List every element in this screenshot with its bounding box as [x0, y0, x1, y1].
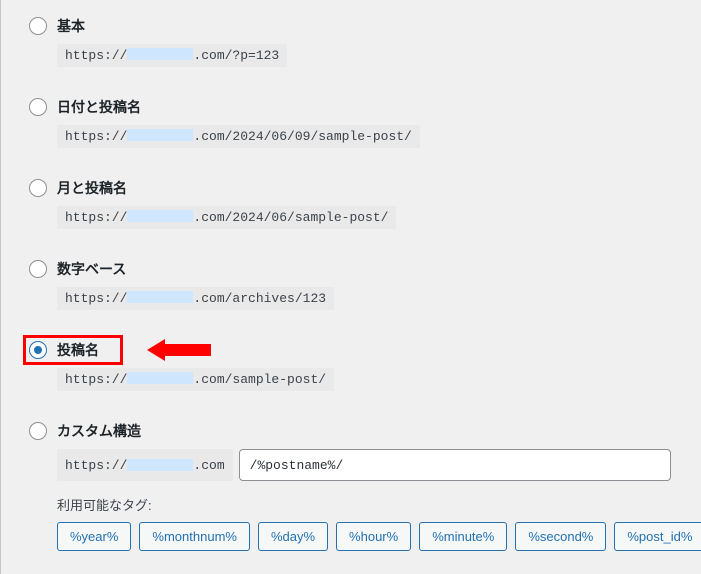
- label-numeric[interactable]: 数字ベース: [57, 259, 126, 279]
- available-tags-row: %year% %monthnum% %day% %hour% %minute% …: [57, 522, 701, 551]
- url-suffix: .com/archives/123: [193, 291, 326, 306]
- radio-month-name[interactable]: [29, 179, 47, 197]
- url-suffix: .com/2024/06/sample-post/: [193, 210, 388, 225]
- label-plain[interactable]: 基本: [57, 16, 85, 36]
- url-preview-day-name: https:// .com/2024/06/09/sample-post/: [57, 125, 420, 148]
- url-prefix: https://: [65, 291, 127, 306]
- permalink-option-day-name: 日付と投稿名 https:// .com/2024/06/09/sample-po…: [1, 93, 701, 174]
- domain-mask: [127, 291, 193, 303]
- permalink-option-plain: 基本 https:// .com/?p=123: [1, 12, 701, 93]
- label-month-name[interactable]: 月と投稿名: [57, 178, 127, 198]
- available-tags-label: 利用可能なタグ:: [57, 495, 701, 514]
- domain-mask: [127, 48, 193, 60]
- url-preview-numeric: https:// .com/archives/123: [57, 287, 334, 310]
- permalink-settings-panel: 基本 https:// .com/?p=123 日付と投稿名 https:// .c…: [0, 0, 701, 574]
- url-prefix: https://: [65, 48, 127, 63]
- url-suffix: .com: [193, 458, 224, 473]
- permalink-option-custom: カスタム構造 https:// .com 利用可能なタグ: %year% %mon…: [1, 417, 701, 563]
- tag-post-id[interactable]: %post_id%: [614, 522, 701, 551]
- url-preview-plain: https:// .com/?p=123: [57, 44, 287, 67]
- radio-plain[interactable]: [29, 17, 47, 35]
- label-post-name[interactable]: 投稿名: [57, 340, 99, 360]
- radio-day-name[interactable]: [29, 98, 47, 116]
- permalink-option-numeric: 数字ベース https:// .com/archives/123: [1, 255, 701, 336]
- label-day-name[interactable]: 日付と投稿名: [57, 97, 141, 117]
- custom-structure-row: https:// .com: [57, 449, 701, 481]
- url-prefix: https://: [65, 129, 127, 144]
- radio-custom[interactable]: [29, 422, 47, 440]
- url-prefix: https://: [65, 210, 127, 225]
- url-prefix: https://: [65, 372, 127, 387]
- url-preview-month-name: https:// .com/2024/06/sample-post/: [57, 206, 396, 229]
- url-suffix: .com/sample-post/: [193, 372, 326, 387]
- domain-mask: [127, 210, 193, 222]
- arrow-left-icon: [147, 339, 211, 361]
- domain-mask: [127, 459, 193, 471]
- url-preview-post-name: https:// .com/sample-post/: [57, 368, 334, 391]
- tag-minute[interactable]: %minute%: [419, 522, 507, 551]
- tag-hour[interactable]: %hour%: [336, 522, 411, 551]
- custom-url-prefix: https:// .com: [57, 449, 233, 481]
- domain-mask: [127, 372, 193, 384]
- domain-mask: [127, 129, 193, 141]
- url-suffix: .com/?p=123: [193, 48, 279, 63]
- tag-day[interactable]: %day%: [258, 522, 328, 551]
- url-suffix: .com/2024/06/09/sample-post/: [193, 129, 411, 144]
- custom-structure-input[interactable]: [239, 449, 671, 481]
- tag-monthnum[interactable]: %monthnum%: [139, 522, 250, 551]
- tag-second[interactable]: %second%: [515, 522, 606, 551]
- permalink-option-post-name: 投稿名 https:// .com/sample-post/: [1, 336, 701, 417]
- url-prefix: https://: [65, 458, 127, 473]
- radio-post-name[interactable]: [29, 341, 47, 359]
- radio-numeric[interactable]: [29, 260, 47, 278]
- tag-year[interactable]: %year%: [57, 522, 131, 551]
- permalink-option-month-name: 月と投稿名 https:// .com/2024/06/sample-post/: [1, 174, 701, 255]
- label-custom[interactable]: カスタム構造: [57, 421, 141, 441]
